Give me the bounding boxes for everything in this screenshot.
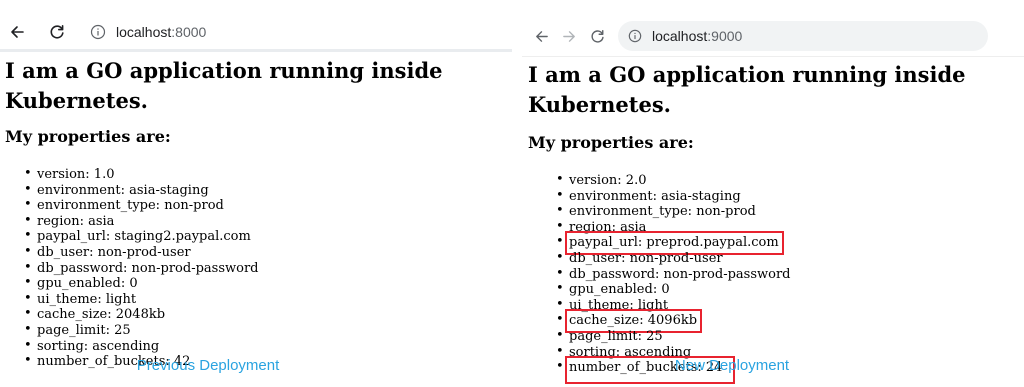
properties-subheading: My properties are: — [528, 133, 694, 152]
reload-icon — [591, 29, 604, 43]
properties-list: version: 2.0 environment: asia-staging e… — [528, 172, 1024, 384]
url-port: :8000 — [171, 24, 207, 40]
back-button[interactable] — [528, 23, 554, 49]
previous-deployment-caption: Previous Deployment — [136, 357, 280, 374]
property-item: db_user: non-prod-user — [528, 250, 1024, 266]
arrow-left-icon — [11, 26, 24, 38]
arrow-left-icon — [535, 30, 548, 42]
property-item: version: 2.0 — [528, 172, 1024, 188]
reload-button[interactable] — [584, 23, 610, 49]
property-item: version: 1.0 — [0, 166, 512, 182]
page-content: I am a GO application running inside Kub… — [528, 60, 1024, 384]
arrow-right-icon — [562, 30, 575, 42]
browser-toolbar: localhost:8000 — [0, 14, 512, 52]
property-item: environment: asia-staging — [0, 182, 512, 198]
property-item: page_limit: 25 — [0, 322, 512, 338]
property-item: region: asia — [528, 219, 1024, 235]
forward-button[interactable] — [556, 23, 582, 49]
property-item: environment_type: non-prod — [0, 197, 512, 213]
back-button[interactable] — [4, 19, 30, 45]
page-content: I am a GO application running inside Kub… — [0, 56, 512, 369]
properties-list: version: 1.0 environment: asia-staging e… — [0, 166, 512, 369]
property-item: cache_size: 4096kb — [528, 309, 1024, 333]
property-item: cache_size: 2048kb — [0, 306, 512, 322]
page-heading: I am a GO application running inside Kub… — [5, 58, 443, 113]
page-heading: I am a GO application running inside Kub… — [528, 62, 966, 117]
property-item: db_user: non-prod-user — [0, 244, 512, 260]
url-port: :9000 — [707, 28, 743, 44]
info-icon[interactable] — [628, 29, 642, 43]
address-bar[interactable]: localhost:9000 — [618, 21, 988, 51]
property-item: region: asia — [0, 213, 512, 229]
previous-deployment-pane: localhost:8000 I am a GO application run… — [0, 0, 512, 387]
url-host: localhost — [652, 28, 708, 44]
property-item: ui_theme: light — [0, 291, 512, 307]
properties-subheading: My properties are: — [5, 127, 171, 146]
property-item: db_password: non-prod-password — [528, 266, 1024, 282]
property-item: page_limit: 25 — [528, 328, 1024, 344]
info-icon[interactable] — [90, 24, 106, 40]
reload-button[interactable] — [44, 19, 70, 45]
browser-toolbar: localhost:9000 — [522, 16, 1024, 57]
new-deployment-caption: New Deployment — [674, 357, 790, 374]
property-item: db_password: non-prod-password — [0, 260, 512, 276]
address-bar[interactable]: localhost:8000 — [80, 17, 500, 47]
new-deployment-pane: localhost:9000 I am a GO application run… — [522, 0, 1024, 387]
reload-icon — [50, 25, 64, 39]
property-item: environment: asia-staging — [528, 188, 1024, 204]
property-item: sorting: ascending — [0, 338, 512, 354]
property-item: ui_theme: light — [528, 297, 1024, 313]
property-item: paypal_url: preprod.paypal.com — [528, 231, 1024, 255]
property-item: gpu_enabled: 0 — [0, 275, 512, 291]
url-host: localhost — [116, 24, 172, 40]
property-item: paypal_url: staging2.paypal.com — [0, 228, 512, 244]
property-item: environment_type: non-prod — [528, 203, 1024, 219]
property-item: gpu_enabled: 0 — [528, 281, 1024, 297]
